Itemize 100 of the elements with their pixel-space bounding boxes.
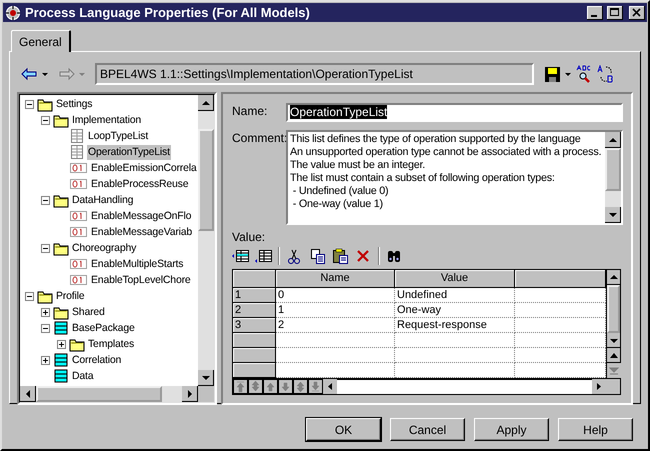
column-header[interactable]: Name	[276, 270, 395, 288]
tree-item[interactable]: Data	[71, 368, 94, 384]
row-header[interactable]	[233, 348, 276, 363]
tree-item[interactable]: EnableMessageVariab	[90, 224, 194, 240]
tree-item[interactable]: EnableProcessReuse	[90, 176, 190, 192]
save-icon[interactable]	[544, 66, 561, 82]
row-number[interactable]: 1	[233, 288, 276, 303]
expand-icon[interactable]	[57, 340, 66, 348]
dialog-button[interactable]: OK	[306, 418, 381, 441]
collapse-icon[interactable]	[41, 244, 50, 252]
row-number[interactable]: 3	[233, 318, 276, 333]
expand-icon[interactable]	[41, 308, 50, 316]
app-icon	[5, 4, 21, 20]
tree-item[interactable]: Choreography	[71, 240, 138, 256]
boolean-icon	[69, 272, 88, 288]
dialog-button[interactable]: Help	[558, 418, 633, 441]
scroll-down-button[interactable]	[198, 370, 214, 386]
dropdown-arrow-icon[interactable]	[42, 72, 48, 76]
binoculars-icon[interactable]	[386, 248, 403, 264]
minimize-button[interactable]	[587, 6, 603, 20]
spell-check-icon[interactable]	[575, 65, 593, 83]
scroll-left-button[interactable]	[20, 386, 36, 402]
vertical-scrollbar[interactable]	[606, 270, 620, 378]
move-bottom-icon[interactable]	[308, 379, 323, 394]
collapse-icon[interactable]	[25, 100, 34, 108]
tree-item[interactable]: BasePackage	[71, 320, 136, 336]
package-icon	[53, 320, 69, 336]
vertical-scrollbar[interactable]	[198, 95, 214, 386]
tree-item[interactable]: OperationTypeList	[87, 144, 171, 160]
tree-item[interactable]: EnableMessageOnFlo	[90, 208, 192, 224]
folder-icon	[37, 96, 53, 112]
table-cell: 2	[276, 318, 395, 333]
table-cell: One-way	[395, 303, 515, 318]
boolean-icon	[69, 176, 88, 192]
tab[interactable]: General	[11, 30, 71, 52]
window-title: Process Language Properties (For All Models)	[25, 5, 311, 20]
package-icon	[53, 352, 69, 368]
delete-icon[interactable]	[355, 248, 372, 264]
tree-item[interactable]: Correlation	[71, 352, 122, 368]
folder-icon	[69, 336, 85, 352]
tree-item[interactable]: DataHandling	[71, 192, 134, 208]
tree-item[interactable]: EnableMultipleStarts	[90, 256, 184, 272]
move-down-icon[interactable]	[278, 379, 293, 394]
folder-icon	[53, 304, 69, 320]
close-button[interactable]	[629, 6, 645, 20]
tree-item[interactable]: EnableTopLevelChore	[90, 272, 192, 288]
row-number[interactable]: 2	[233, 303, 276, 318]
add-row-icon[interactable]	[255, 248, 272, 264]
tree-item[interactable]: Implementation	[71, 112, 142, 128]
row-header[interactable]	[233, 363, 276, 378]
name-field[interactable]: OperationTypeList	[286, 103, 623, 122]
collapse-icon[interactable]	[41, 116, 50, 124]
insert-row-icon[interactable]	[232, 248, 249, 264]
scroll-right-button[interactable]	[182, 386, 198, 402]
boolean-icon	[69, 160, 88, 176]
tree-item[interactable]: Templates	[87, 336, 136, 352]
collapse-icon[interactable]	[41, 324, 50, 332]
scrollbar-thumb[interactable]	[607, 285, 620, 333]
move-page-up-icon[interactable]	[248, 379, 263, 394]
move-page-down-icon[interactable]	[293, 379, 308, 394]
tree-item[interactable]: Settings	[55, 96, 94, 112]
list-icon	[69, 144, 85, 160]
table-cell: Undefined	[395, 288, 515, 303]
copy-icon[interactable]	[309, 248, 326, 264]
horizontal-scrollbar[interactable]	[20, 386, 198, 402]
field-label: Name:	[232, 103, 268, 120]
scroll-down-button[interactable]	[607, 333, 621, 348]
tree-item[interactable]: LoopTypeList	[87, 128, 150, 144]
rename-icon[interactable]	[597, 65, 615, 83]
dropdown-arrow-icon[interactable]	[565, 72, 571, 76]
scrollbar-thumb[interactable]	[198, 129, 214, 231]
move-up-icon[interactable]	[263, 379, 278, 394]
collapse-icon[interactable]	[41, 196, 50, 204]
scrollbar-thumb[interactable]	[36, 386, 162, 402]
row-header[interactable]	[233, 333, 276, 348]
table-cell: 0	[276, 288, 395, 303]
column-header[interactable]: Value	[395, 270, 515, 288]
folder-icon	[37, 288, 53, 304]
expand-icon[interactable]	[41, 356, 50, 364]
scroll-up-button[interactable]	[198, 95, 214, 111]
boolean-icon	[69, 208, 88, 224]
dialog-button[interactable]: Cancel	[390, 418, 465, 441]
list-icon	[69, 128, 85, 144]
move-top-icon[interactable]	[233, 379, 248, 394]
scroll-up-button[interactable]	[607, 270, 621, 285]
collapse-icon[interactable]	[25, 292, 34, 300]
cut-icon[interactable]	[286, 248, 303, 264]
table-cell: Request-response	[395, 318, 515, 333]
path-field[interactable]: BPEL4WS 1.1::Settings\Implementation\OperationTypeList	[95, 63, 534, 85]
scroll-first-button[interactable]	[607, 348, 621, 363]
dialog-button[interactable]: Apply	[474, 418, 549, 441]
boolean-icon	[69, 256, 88, 272]
maximize-button[interactable]	[607, 6, 623, 20]
tree-item[interactable]: EnableEmissionCorrela	[90, 160, 198, 176]
paste-icon[interactable]	[332, 248, 349, 264]
tree-item[interactable]: Profile	[55, 288, 86, 304]
field-label: Value:	[232, 229, 266, 245]
tree-item[interactable]: Shared	[71, 304, 106, 320]
table-cell: 1	[276, 303, 395, 318]
back-button[interactable]	[21, 67, 38, 81]
